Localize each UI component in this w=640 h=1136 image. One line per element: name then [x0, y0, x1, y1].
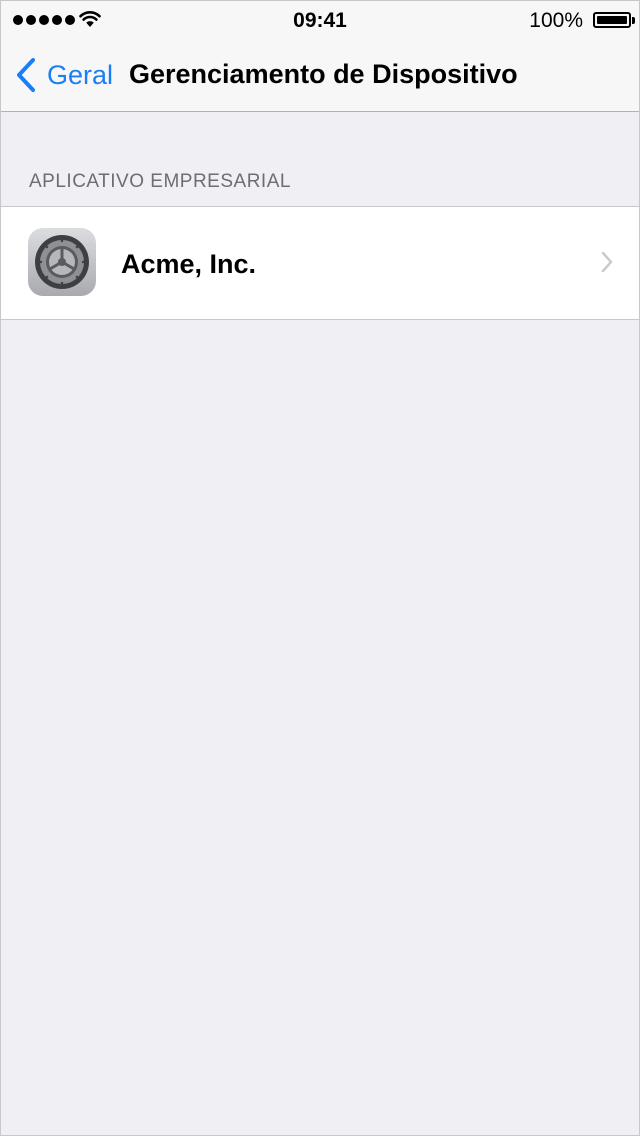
- settings-gear-icon: [28, 228, 96, 296]
- enterprise-app-list: Acme, Inc.: [1, 206, 639, 320]
- battery-icon: [593, 12, 635, 28]
- back-button-label: Geral: [47, 59, 114, 90]
- list-item-label: Acme, Inc.: [121, 249, 257, 279]
- navigation-bar: Geral Gerenciamento de Dispositivo: [1, 41, 639, 112]
- page-title: Gerenciamento de Dispositivo: [129, 59, 518, 89]
- chevron-right-icon: [601, 251, 613, 273]
- list-item-acme[interactable]: Acme, Inc.: [1, 207, 639, 319]
- section-header: APLICATIVO EMPRESARIAL: [29, 171, 291, 192]
- battery-percentage: 100%: [529, 9, 583, 32]
- screen: 09:41 100% Geral Gerenciamento de Dispos…: [0, 0, 640, 1136]
- back-button[interactable]: Geral: [15, 55, 113, 95]
- status-bar: 09:41 100%: [1, 1, 639, 41]
- chevron-left-icon: [17, 58, 35, 92]
